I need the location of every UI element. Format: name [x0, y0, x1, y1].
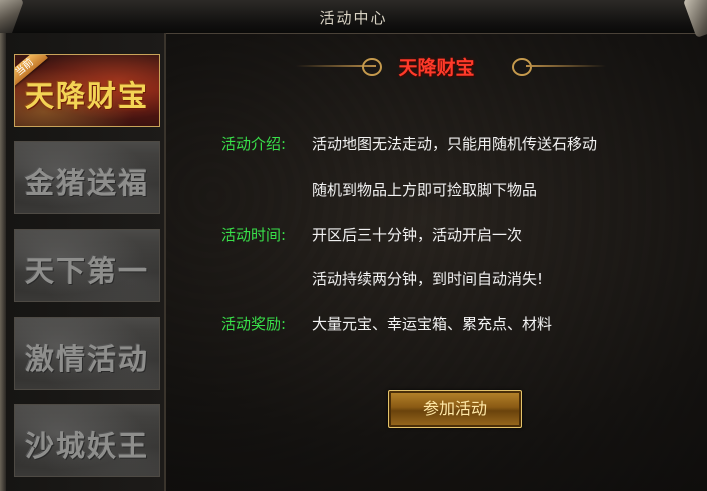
tab-jinzhu-songfu[interactable]: 金猪送福	[14, 141, 160, 214]
tab-tianxia-diyi[interactable]: 天下第一	[14, 229, 160, 302]
tab-label: 天降财宝	[24, 79, 149, 113]
time-label: 活动时间:	[221, 226, 287, 244]
event-title: 天降财宝	[398, 57, 475, 79]
tab-shacheng-yaowang[interactable]: 沙城妖王	[14, 404, 160, 477]
time-text-line1: 开区后三十分钟，活动开启一次	[312, 226, 523, 244]
intro-row: 活动介绍: 活动地图无法走动，只能用随机传送石移动	[221, 133, 597, 154]
event-title-header: 天降财宝	[166, 53, 707, 83]
reward-label: 活动奖励:	[221, 315, 287, 333]
tab-tianjiang-caibao[interactable]: 当前 天降财宝	[14, 54, 160, 127]
time-text-line2: 活动持续两分钟，到时间自动消失!	[312, 270, 544, 288]
ornament-knot-right-icon	[512, 58, 532, 76]
activity-sidebar: 当前 天降财宝 金猪送福 天下第一 激情活动 沙城妖王	[6, 33, 166, 491]
intro-text-line1: 活动地图无法走动，只能用随机传送石移动	[312, 135, 598, 153]
activity-detail-panel: 天降财宝 活动介绍: 活动地图无法走动，只能用随机传送石移动 随机到物品上方即可捡…	[166, 33, 707, 491]
join-activity-button[interactable]: 参加活动	[388, 390, 522, 428]
window-title: 活动中心	[319, 9, 388, 27]
tab-label: 天下第一	[24, 254, 149, 288]
title-bar: 活动中心	[0, 0, 707, 38]
tab-label: 激情活动	[24, 342, 149, 376]
intro-text-line2: 随机到物品上方即可捡取脚下物品	[312, 181, 538, 199]
intro-label: 活动介绍:	[221, 135, 287, 153]
time-row: 活动时间: 开区后三十分钟，活动开启一次	[221, 224, 522, 245]
reward-text: 大量元宝、幸运宝箱、累充点、材料	[312, 315, 553, 333]
tab-label: 沙城妖王	[24, 429, 149, 463]
reward-row: 活动奖励: 大量元宝、幸运宝箱、累充点、材料	[221, 313, 552, 334]
activity-center-window: 活动中心 当前 天降财宝 金猪送福 天下第一 激情活动 沙城妖王 天降财宝 活动…	[0, 0, 707, 491]
tab-label: 金猪送福	[24, 166, 149, 200]
ornament-line-right	[526, 65, 606, 67]
tab-jiqing-huodong[interactable]: 激情活动	[14, 317, 160, 390]
